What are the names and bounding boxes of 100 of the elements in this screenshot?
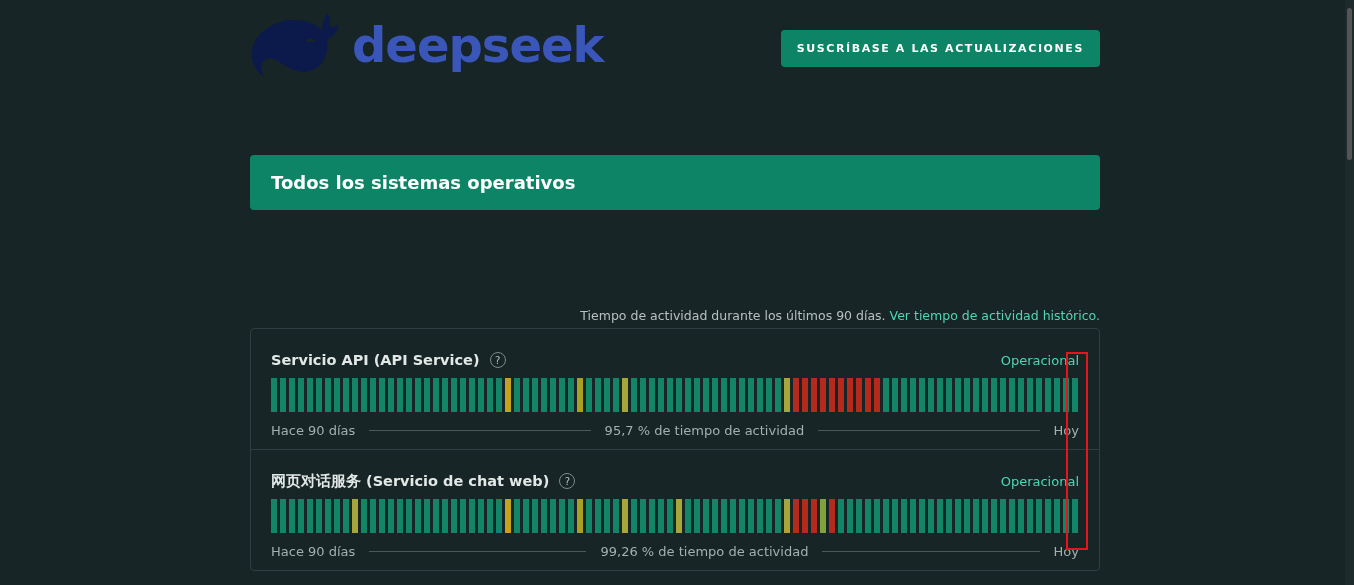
uptime-bar[interactable] [973,499,979,533]
uptime-bar[interactable] [370,499,376,533]
uptime-bar[interactable] [748,378,754,412]
uptime-bar[interactable] [991,499,997,533]
subscribe-button[interactable]: SUSCRÍBASE A LAS ACTUALIZACIONES [780,30,1100,67]
uptime-bar[interactable] [739,499,745,533]
uptime-bar[interactable] [946,378,952,412]
uptime-bar[interactable] [397,499,403,533]
uptime-bar[interactable] [928,378,934,412]
uptime-bar[interactable] [631,499,637,533]
uptime-bar[interactable] [811,499,817,533]
uptime-bar[interactable] [442,378,448,412]
uptime-bar[interactable] [802,499,808,533]
uptime-bar[interactable] [964,378,970,412]
uptime-bar[interactable] [505,499,511,533]
uptime-bar[interactable] [325,499,331,533]
uptime-bar[interactable] [874,378,880,412]
uptime-bar[interactable] [955,378,961,412]
uptime-bar[interactable] [910,378,916,412]
uptime-bar[interactable] [901,378,907,412]
uptime-bar[interactable] [496,499,502,533]
uptime-bar[interactable] [559,499,565,533]
uptime-bar[interactable] [613,378,619,412]
uptime-bar[interactable] [685,378,691,412]
uptime-bar[interactable] [307,378,313,412]
uptime-bar[interactable] [406,499,412,533]
uptime-bar[interactable] [802,378,808,412]
uptime-bar[interactable] [1063,378,1069,412]
history-link[interactable]: Ver tiempo de actividad histórico. [889,308,1100,323]
uptime-bar[interactable] [451,499,457,533]
uptime-bar[interactable] [892,499,898,533]
uptime-bar[interactable] [658,499,664,533]
uptime-bar[interactable] [829,378,835,412]
uptime-bar[interactable] [424,499,430,533]
uptime-bar[interactable] [541,378,547,412]
uptime-bar[interactable] [1036,499,1042,533]
uptime-bar[interactable] [1072,378,1078,412]
uptime-bar[interactable] [568,499,574,533]
uptime-bar[interactable] [397,378,403,412]
uptime-bar[interactable] [892,378,898,412]
uptime-bar[interactable] [460,378,466,412]
uptime-bar[interactable] [568,378,574,412]
uptime-bar[interactable] [514,499,520,533]
uptime-bar[interactable] [1054,499,1060,533]
uptime-bar[interactable] [442,499,448,533]
uptime-bar[interactable] [370,378,376,412]
uptime-bar[interactable] [280,378,286,412]
uptime-bar[interactable] [703,378,709,412]
uptime-bar[interactable] [1054,378,1060,412]
uptime-bar[interactable] [406,378,412,412]
uptime-bar[interactable] [289,499,295,533]
uptime-bar[interactable] [991,378,997,412]
uptime-bar[interactable] [595,378,601,412]
uptime-bar[interactable] [577,378,583,412]
uptime-bar[interactable] [901,499,907,533]
uptime-bar[interactable] [856,499,862,533]
uptime-bar[interactable] [649,499,655,533]
uptime-bar[interactable] [838,499,844,533]
uptime-bar[interactable] [721,499,727,533]
uptime-bar[interactable] [739,378,745,412]
uptime-bar[interactable] [865,499,871,533]
uptime-bar[interactable] [1000,499,1006,533]
uptime-bar[interactable] [649,378,655,412]
uptime-bar[interactable] [811,378,817,412]
uptime-bar[interactable] [550,378,556,412]
uptime-bar[interactable] [658,378,664,412]
uptime-bar[interactable] [379,499,385,533]
uptime-bar[interactable] [766,378,772,412]
uptime-bar[interactable] [1000,378,1006,412]
uptime-bar[interactable] [487,499,493,533]
uptime-bar[interactable] [676,378,682,412]
uptime-bar[interactable] [757,499,763,533]
uptime-bar[interactable] [334,499,340,533]
uptime-bar[interactable] [973,378,979,412]
uptime-bar[interactable] [730,499,736,533]
uptime-bar[interactable] [622,499,628,533]
uptime-bar[interactable] [829,499,835,533]
uptime-bar[interactable] [343,378,349,412]
uptime-bar[interactable] [541,499,547,533]
uptime-bar[interactable] [1045,499,1051,533]
uptime-bar[interactable] [712,378,718,412]
uptime-bar[interactable] [847,378,853,412]
uptime-bar[interactable] [1036,378,1042,412]
uptime-bar[interactable] [505,378,511,412]
uptime-bar[interactable] [883,378,889,412]
uptime-bar[interactable] [1018,378,1024,412]
uptime-bar[interactable] [316,378,322,412]
uptime-bar[interactable] [307,499,313,533]
uptime-bar[interactable] [838,378,844,412]
uptime-bar[interactable] [982,499,988,533]
uptime-bar[interactable] [523,378,529,412]
uptime-bar[interactable] [514,378,520,412]
uptime-bar[interactable] [757,378,763,412]
uptime-bar[interactable] [595,499,601,533]
uptime-bar[interactable] [469,499,475,533]
uptime-bar[interactable] [694,499,700,533]
uptime-bar[interactable] [604,499,610,533]
uptime-bar[interactable] [415,499,421,533]
uptime-bar[interactable] [784,499,790,533]
uptime-bar[interactable] [415,378,421,412]
